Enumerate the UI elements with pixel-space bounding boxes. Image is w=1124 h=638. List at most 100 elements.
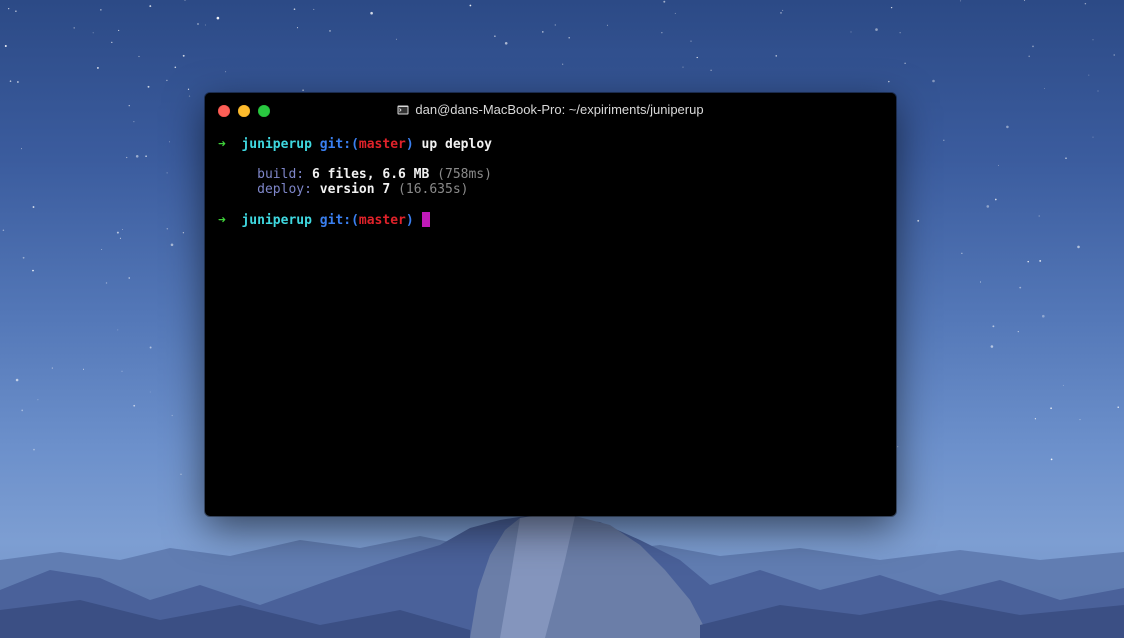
- star: [1032, 45, 1034, 48]
- star: [661, 32, 663, 34]
- star: [15, 10, 17, 12]
- output-value: 6 files, 6.6 MB: [311, 167, 430, 182]
- star: [1034, 418, 1037, 420]
- star: [197, 23, 199, 25]
- star: [293, 8, 296, 11]
- star: [302, 89, 304, 92]
- star: [899, 32, 901, 34]
- star: [1042, 314, 1045, 318]
- star: [149, 391, 151, 393]
- prompt-git-prefix: git:(: [319, 213, 359, 228]
- star: [1044, 88, 1046, 90]
- star: [184, 0, 186, 1]
- star: [101, 249, 103, 250]
- star: [147, 85, 150, 88]
- terminal-window[interactable]: dan@dans-MacBook-Pro: ~/expiriments/juni…: [205, 93, 896, 516]
- star: [897, 446, 899, 448]
- star: [204, 24, 206, 26]
- star: [166, 172, 168, 174]
- prompt-git-prefix: git:(: [319, 137, 359, 152]
- star: [888, 80, 890, 83]
- star: [370, 11, 373, 15]
- star: [225, 71, 227, 73]
- star: [329, 30, 331, 32]
- star: [174, 66, 177, 69]
- prompt-dir: juniperup: [241, 213, 312, 228]
- star: [133, 404, 136, 407]
- star: [92, 32, 94, 34]
- star: [188, 95, 191, 97]
- prompt-git-suffix: ): [405, 213, 414, 228]
- star: [1028, 55, 1030, 58]
- star: [2, 229, 5, 231]
- star: [149, 5, 152, 8]
- star: [562, 63, 564, 65]
- star: [100, 9, 102, 11]
- star: [395, 38, 397, 40]
- star: [780, 12, 782, 14]
- star: [138, 55, 140, 58]
- star: [21, 148, 23, 150]
- text-cursor: [421, 212, 430, 227]
- star: [1017, 330, 1019, 333]
- star: [992, 325, 995, 328]
- star: [1050, 458, 1053, 461]
- star: [133, 121, 135, 123]
- star: [8, 8, 10, 10]
- title-bar[interactable]: dan@dans-MacBook-Pro: ~/expiriments/juni…: [205, 93, 896, 127]
- star: [494, 35, 496, 37]
- star: [710, 69, 712, 72]
- star: [122, 229, 124, 230]
- star: [960, 0, 962, 2]
- star: [1092, 39, 1094, 41]
- star: [1088, 74, 1090, 76]
- star: [1050, 407, 1052, 410]
- prompt-dir: juniperup: [241, 137, 312, 152]
- star: [32, 206, 35, 208]
- star: [986, 205, 990, 208]
- star: [1039, 259, 1042, 262]
- star: [775, 55, 777, 57]
- star: [33, 448, 35, 451]
- star: [690, 40, 692, 42]
- star: [111, 41, 113, 44]
- star: [73, 27, 75, 29]
- star: [32, 269, 34, 272]
- star: [166, 228, 169, 230]
- terminal-output[interactable]: ➜ juniperup git:(master) up deploy build…: [218, 137, 883, 507]
- star: [554, 24, 556, 26]
- star: [682, 66, 684, 68]
- star: [932, 79, 935, 83]
- star: [1117, 406, 1119, 408]
- star: [1113, 54, 1115, 56]
- star: [216, 16, 220, 20]
- star: [182, 232, 185, 234]
- window-title-text: dan@dans-MacBook-Pro: ~/expiriments/juni…: [415, 102, 704, 117]
- star: [1019, 286, 1022, 289]
- star: [663, 0, 666, 3]
- prompt-arrow-icon: ➜: [218, 213, 226, 228]
- star: [128, 277, 130, 279]
- star: [1079, 419, 1081, 421]
- window-title: dan@dans-MacBook-Pro: ~/expiriments/juni…: [205, 102, 896, 118]
- star: [96, 66, 99, 69]
- prompt-branch: master: [358, 213, 406, 228]
- star: [1092, 136, 1094, 138]
- star: [15, 378, 19, 382]
- star: [51, 367, 53, 369]
- star: [126, 156, 128, 159]
- star: [504, 42, 508, 45]
- star: [782, 9, 784, 11]
- star: [1006, 125, 1009, 129]
- star: [997, 164, 1000, 166]
- output-label: deploy:: [257, 182, 312, 197]
- star: [994, 198, 997, 201]
- star: [37, 399, 39, 401]
- star: [149, 346, 152, 349]
- output-line-deploy: deploy: version 7 (16.635s): [218, 182, 468, 197]
- star: [990, 345, 994, 348]
- terminal-icon: [397, 105, 409, 115]
- star: [135, 155, 139, 158]
- star: [917, 219, 920, 222]
- star: [116, 231, 119, 234]
